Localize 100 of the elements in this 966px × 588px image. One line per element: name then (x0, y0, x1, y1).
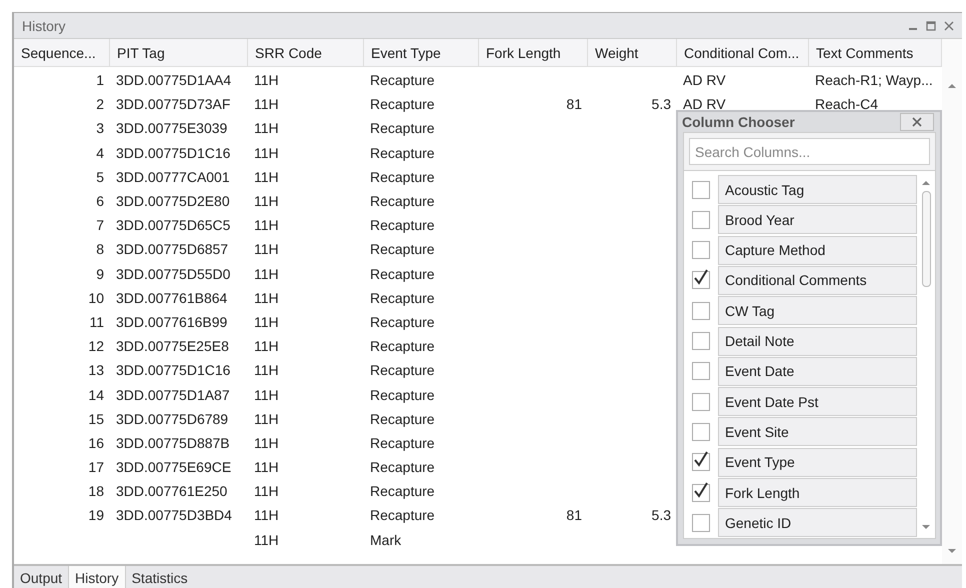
checkbox[interactable] (692, 392, 710, 411)
close-button[interactable] (900, 113, 934, 132)
table-cell: Recapture (370, 483, 435, 500)
scroll-up-icon[interactable] (922, 180, 930, 186)
column-header[interactable]: Fork Length (479, 39, 588, 66)
column-item[interactable]: Acoustic Tag (718, 175, 917, 204)
close-icon[interactable] (944, 20, 954, 30)
tab[interactable]: History (68, 566, 126, 588)
table-cell: Recapture (370, 241, 435, 258)
scroll-up-icon[interactable] (948, 83, 956, 88)
table-cell: 3DD.00775D73AF (116, 96, 230, 112)
table-cell: 11H (254, 532, 279, 548)
table-cell: 3DD.00775E3039 (116, 120, 228, 136)
table-cell: 3DD.00775D6789 (116, 410, 228, 427)
column-header[interactable]: Sequence... (14, 39, 110, 66)
scrollbar[interactable] (942, 39, 962, 564)
column-item[interactable]: Fork Length (718, 478, 917, 508)
table-cell: 3DD.007761B864 (116, 290, 228, 306)
table-cell: 11H (254, 338, 279, 354)
column-header[interactable]: Weight (588, 39, 677, 66)
table-cell: Recapture (370, 168, 435, 185)
table-cell: 81 (566, 507, 582, 524)
table-cell: 14 (88, 386, 104, 403)
table-cell: 19 (88, 507, 104, 524)
table-cell: 11H (254, 386, 279, 403)
table-cell: 11H (254, 144, 279, 161)
table-cell: 3DD.00775D55D0 (116, 266, 230, 282)
column-header[interactable]: Event Type (364, 39, 479, 66)
panel-title: Column Chooser (682, 114, 795, 130)
table-cell: 3DD.00775E69CE (116, 459, 232, 476)
table-cell: Recapture (370, 217, 435, 234)
checkbox[interactable] (692, 180, 710, 199)
checkbox[interactable] (692, 271, 710, 290)
tab[interactable]: Output (14, 566, 68, 588)
column-item[interactable]: Event Site (718, 417, 917, 446)
column-header[interactable]: Conditional Com... (677, 39, 809, 66)
table-cell: 3DD.007761E250 (116, 483, 228, 500)
table-cell: 5 (96, 168, 104, 185)
table-cell: 3 (96, 120, 104, 136)
table-cell: 11H (254, 120, 279, 136)
table-cell: Recapture (370, 338, 435, 354)
checkbox[interactable] (692, 453, 710, 472)
table-cell: 2 (96, 96, 104, 112)
column-item[interactable]: Detail Note (718, 326, 917, 356)
window-title: History (22, 18, 66, 34)
table-cell: Recapture (370, 193, 435, 210)
checkbox[interactable] (692, 332, 710, 350)
table-cell: AD RV (683, 96, 726, 112)
search-field[interactable]: Search Columns... (689, 138, 930, 166)
checkbox[interactable] (692, 362, 710, 380)
table-cell: Recapture (370, 96, 435, 112)
table-cell: 15 (88, 410, 104, 427)
table-cell: 11H (254, 217, 279, 234)
table-cell: 11H (254, 314, 279, 330)
column-item[interactable]: Event Type (718, 448, 917, 477)
column-item[interactable]: Genetic ID (718, 508, 917, 538)
table-cell: 8 (96, 241, 104, 258)
scroll-thumb[interactable] (922, 191, 930, 288)
table-cell: Reach-C4 (815, 96, 878, 112)
column-item[interactable]: Brood Year (718, 205, 917, 234)
table-cell: Recapture (370, 434, 435, 451)
table-cell: Recapture (370, 120, 435, 136)
column-item[interactable]: Event Date Pst (718, 387, 917, 416)
checkbox[interactable] (692, 514, 710, 532)
table-cell: 13 (88, 362, 104, 378)
column-item[interactable]: Capture Method (718, 236, 917, 265)
maximize-icon[interactable] (926, 20, 936, 30)
checkbox[interactable] (692, 302, 710, 320)
table-cell: 3DD.00775D887B (116, 434, 230, 451)
table-cell: 3DD.00775D1A87 (116, 386, 230, 403)
table-cell: 11H (254, 410, 279, 427)
table-cell: 11H (254, 193, 279, 210)
column-header[interactable]: PIT Tag (110, 39, 248, 66)
checkbox[interactable] (692, 241, 710, 260)
table-cell: 6 (96, 193, 104, 210)
checkbox[interactable] (692, 484, 710, 502)
tab[interactable]: Statistics (126, 566, 194, 588)
table-cell: Mark (370, 532, 402, 548)
table-cell: Recapture (370, 386, 435, 403)
column-item[interactable]: Conditional Comments (718, 266, 917, 295)
table-cell: 11H (254, 168, 279, 185)
table-cell: 12 (88, 338, 104, 354)
table-cell: 4 (96, 144, 104, 161)
column-item[interactable]: Event Date (718, 356, 917, 386)
table-cell: 3DD.00775D6857 (116, 241, 228, 258)
column-header[interactable]: SRR Code (248, 39, 364, 66)
table-cell: 11H (254, 362, 279, 378)
checkbox[interactable] (692, 210, 710, 229)
table-cell: 3DD.00775D2E80 (116, 193, 230, 210)
close-icon (912, 117, 922, 128)
scroll-down-icon[interactable] (922, 525, 930, 530)
table-cell: Recapture (370, 72, 435, 88)
table-cell: 3DD.00777CA001 (116, 168, 230, 185)
table-cell: 16 (88, 434, 104, 451)
table-cell: 3DD.0077616B99 (116, 314, 228, 330)
column-item[interactable]: CW Tag (718, 296, 917, 326)
table-cell: 11H (254, 241, 279, 258)
checkbox[interactable] (692, 422, 710, 441)
scroll-down-icon[interactable] (948, 549, 956, 554)
table-cell: Recapture (370, 459, 435, 476)
